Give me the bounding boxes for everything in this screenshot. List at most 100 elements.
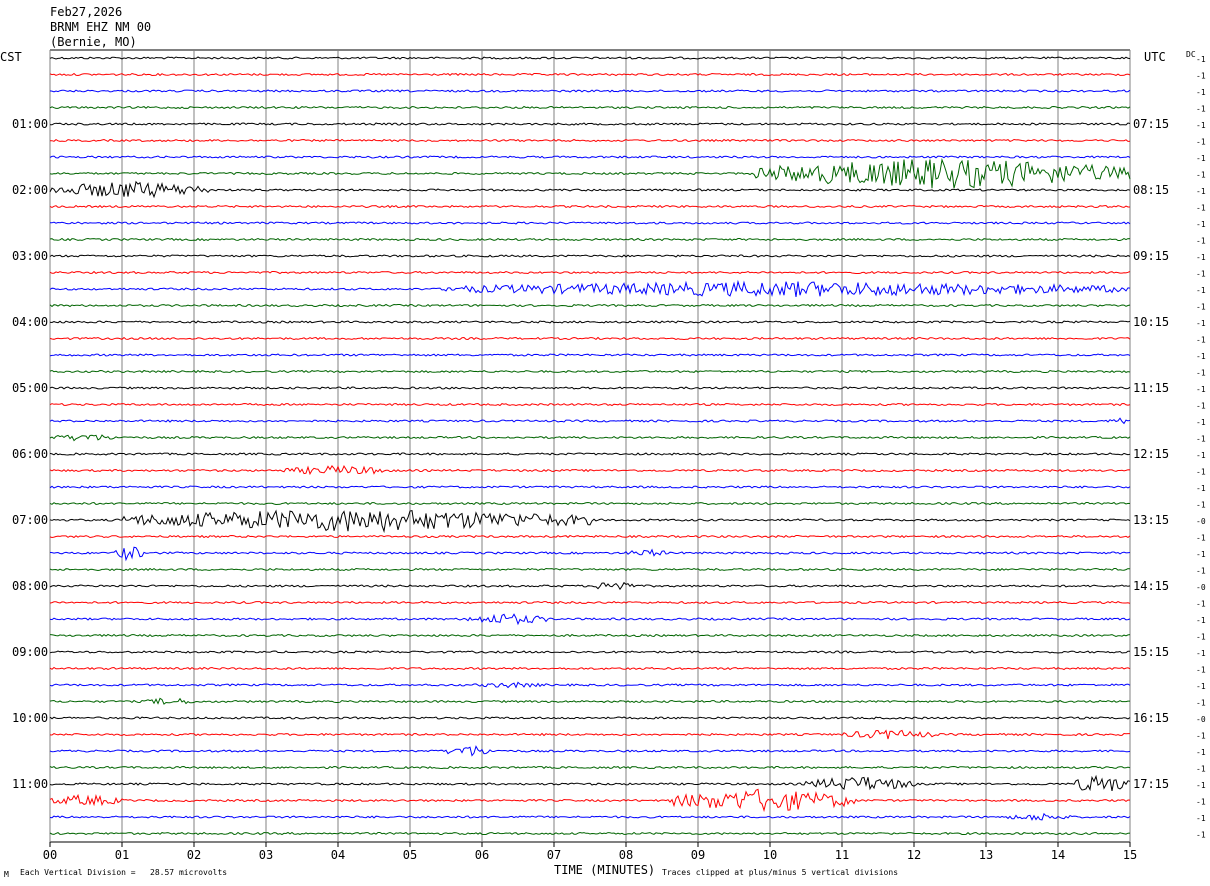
seismic-trace <box>49 633 1131 638</box>
dc-offset-label: -1 <box>1196 121 1206 130</box>
dc-offset-label: -1 <box>1196 385 1206 394</box>
grid-lines <box>49 49 1131 847</box>
dc-offset-label: -0 <box>1196 517 1206 526</box>
seismic-trace <box>49 509 1131 534</box>
dc-offset-label: -1 <box>1196 451 1206 460</box>
dc-offset-label: -1 <box>1196 501 1206 510</box>
dc-offset-label: -1 <box>1196 138 1206 147</box>
x-tick-label: 02 <box>187 848 201 862</box>
x-tick-label: 01 <box>115 848 129 862</box>
x-tick-label: 11 <box>835 848 849 862</box>
dc-offset-label: -1 <box>1196 418 1206 427</box>
seismic-trace <box>49 155 1131 159</box>
x-tick-label: 04 <box>331 848 345 862</box>
seismic-trace <box>49 89 1131 93</box>
seismic-trace <box>49 681 1131 689</box>
cst-time-label: 11:00 <box>12 777 48 791</box>
dc-offset-label: -1 <box>1196 270 1206 279</box>
dc-offset-label: -1 <box>1196 814 1206 823</box>
seismic-trace <box>49 452 1131 456</box>
seismic-trace <box>49 180 1131 199</box>
cst-time-label: 02:00 <box>12 183 48 197</box>
seismic-trace <box>49 303 1131 308</box>
seismic-trace <box>49 465 1131 476</box>
seismic-trace <box>49 158 1131 189</box>
seismic-trace <box>49 600 1131 605</box>
x-tick-label: 12 <box>907 848 921 862</box>
dc-offset-label: -1 <box>1196 220 1206 229</box>
seismic-trace <box>49 204 1130 209</box>
seismic-trace <box>49 56 1131 60</box>
axis-labels: 00 01 02 03 04 05 06 07 08 09 10 11 12 13 14 15 01:00 02:… <box>12 55 1206 862</box>
dc-offset-label: -1 <box>1196 88 1206 97</box>
cst-time-label: 10:00 <box>12 711 48 725</box>
seismic-trace <box>49 270 1131 275</box>
clip-note: Traces clipped at plus/minus 5 vertical … <box>662 868 899 877</box>
seismic-trace <box>49 320 1131 324</box>
cst-time-label: 08:00 <box>12 579 48 593</box>
dc-offset-label: -1 <box>1196 336 1206 345</box>
dc-offset-label: -1 <box>1196 72 1206 81</box>
seismic-trace <box>49 788 1131 813</box>
seismic-trace <box>49 353 1131 357</box>
x-tick-label: 13 <box>979 848 993 862</box>
x-tick-label: 00 <box>43 848 57 862</box>
utc-time-label: 12:15 <box>1133 447 1169 461</box>
x-tick-label: 09 <box>691 848 705 862</box>
utc-time-label: 13:15 <box>1133 513 1169 527</box>
cst-time-label: 09:00 <box>12 645 48 659</box>
left-axis-title: CST <box>0 50 22 64</box>
utc-time-label: 11:15 <box>1133 381 1169 395</box>
utc-time-label: 14:15 <box>1133 579 1169 593</box>
helicorder-chart: 00 01 02 03 04 05 06 07 08 09 10 11 12 13 14 15 01:00 02:… <box>0 49 1206 877</box>
seismic-trace <box>49 765 1131 770</box>
dc-offset-label: -0 <box>1196 715 1206 724</box>
dc-offset-label: -1 <box>1196 682 1206 691</box>
dc-offset-label: -1 <box>1196 666 1206 675</box>
seismic-trace <box>49 697 1130 705</box>
seismic-trace <box>49 221 1131 225</box>
dc-offset-label: -1 <box>1196 567 1206 576</box>
dc-label: DC <box>1186 50 1196 59</box>
dc-offset-label: -1 <box>1196 765 1206 774</box>
dc-offset-label: -1 <box>1196 468 1206 477</box>
seismic-trace <box>49 581 1131 591</box>
dc-offset-label: -1 <box>1196 369 1206 378</box>
seismic-trace <box>49 729 1130 740</box>
utc-time-label: 08:15 <box>1133 183 1169 197</box>
dc-offset-label: -1 <box>1196 600 1206 609</box>
cst-time-label: 07:00 <box>12 513 48 527</box>
x-tick-label: 15 <box>1123 848 1137 862</box>
dc-offset-label: -1 <box>1196 55 1206 64</box>
dc-offset-label: -1 <box>1196 550 1206 559</box>
dc-offset-label: -1 <box>1196 402 1206 411</box>
seismic-trace <box>49 105 1131 110</box>
dc-offset-label: -1 <box>1196 105 1206 114</box>
seismic-traces <box>49 56 1131 836</box>
seismic-trace <box>49 812 1131 821</box>
cst-time-label: 04:00 <box>12 315 48 329</box>
seismic-trace <box>49 567 1131 572</box>
x-tick-label: 14 <box>1051 848 1065 862</box>
dc-offset-label: -1 <box>1196 831 1206 840</box>
dc-offset-label: -1 <box>1196 435 1206 444</box>
x-tick-label: 06 <box>475 848 489 862</box>
seismic-trace <box>49 716 1131 720</box>
dc-offset-label: -1 <box>1196 798 1206 807</box>
seismic-trace <box>49 122 1131 126</box>
cst-time-label: 01:00 <box>12 117 48 131</box>
x-tick-label: 05 <box>403 848 417 862</box>
seismic-trace <box>49 831 1131 836</box>
dc-offset-label: -1 <box>1196 237 1206 246</box>
cst-time-label: 03:00 <box>12 249 48 263</box>
dc-offset-label: -1 <box>1196 187 1206 196</box>
utc-time-label: 16:15 <box>1133 711 1169 725</box>
seismic-trace <box>49 386 1131 390</box>
cst-time-label: 06:00 <box>12 447 48 461</box>
dc-offset-label: -1 <box>1196 534 1206 543</box>
right-axis-title: UTC <box>1144 50 1166 64</box>
seismic-trace <box>49 485 1131 489</box>
seismic-trace <box>49 138 1131 143</box>
seismic-trace <box>49 417 1131 425</box>
seismic-trace <box>49 501 1131 506</box>
